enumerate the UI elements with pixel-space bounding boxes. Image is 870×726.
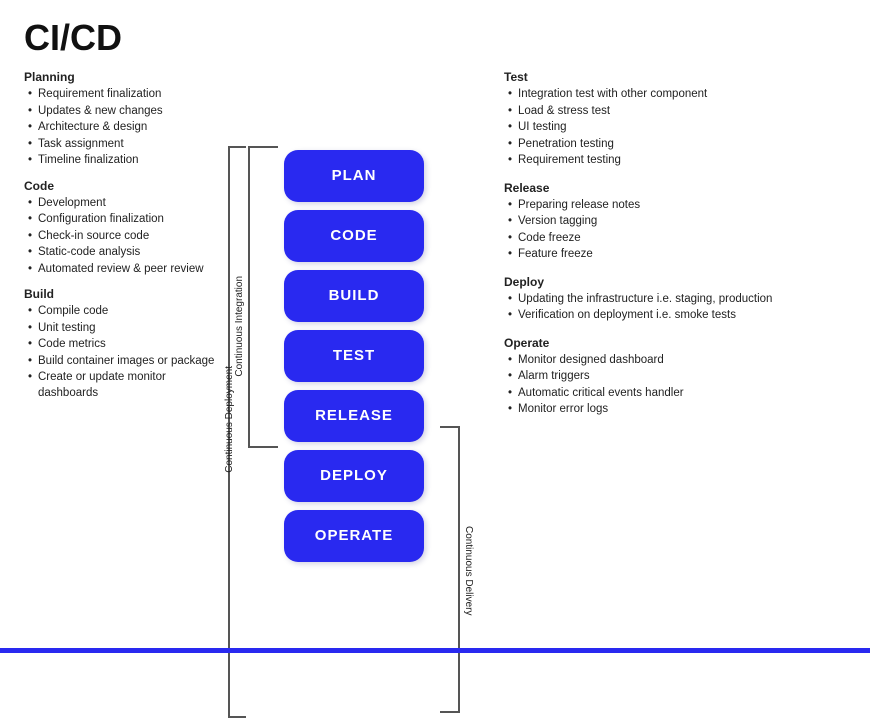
list-item: Configuration finalization xyxy=(28,212,224,228)
deploy-title: Deploy xyxy=(504,275,846,289)
list-item: Preparing release notes xyxy=(508,198,846,214)
list-item: Code freeze xyxy=(508,231,846,247)
list-item: Compile code xyxy=(28,304,224,320)
bottom-border xyxy=(0,648,870,653)
list-item: Updating the infrastructure i.e. staging… xyxy=(508,292,846,308)
list-item: Alarm triggers xyxy=(508,369,846,385)
planning-section: Planning Requirement finalization Update… xyxy=(24,70,224,169)
continuous-integration-bracket: Continuous Integration xyxy=(234,146,264,456)
code-section: Code Development Configuration finalizat… xyxy=(24,179,224,278)
list-item: Updates & new changes xyxy=(28,104,224,120)
list-item: Requirement finalization xyxy=(28,87,224,103)
test-section: Test Integration test with other compone… xyxy=(504,70,846,169)
list-item: UI testing xyxy=(508,120,846,136)
release-title: Release xyxy=(504,181,846,195)
list-item: Timeline finalization xyxy=(28,153,224,169)
planning-list: Requirement finalization Updates & new c… xyxy=(24,87,224,169)
list-item: Code metrics xyxy=(28,337,224,353)
stage-deploy: DEPLOY xyxy=(284,450,424,502)
deploy-list: Updating the infrastructure i.e. staging… xyxy=(504,292,846,324)
continuous-delivery-bracket: Continuous Delivery xyxy=(444,426,474,721)
list-item: Automated review & peer review xyxy=(28,262,224,278)
planning-title: Planning xyxy=(24,70,224,84)
page-title: CI/CD xyxy=(24,20,846,56)
stage-operate: OPERATE xyxy=(284,510,424,562)
list-item: Version tagging xyxy=(508,214,846,230)
list-item: Integration test with other component xyxy=(508,87,846,103)
operate-section: Operate Monitor designed dashboard Alarm… xyxy=(504,336,846,418)
list-item: Load & stress test xyxy=(508,104,846,120)
test-list: Integration test with other component Lo… xyxy=(504,87,846,169)
list-item: Task assignment xyxy=(28,137,224,153)
center-column: Continuous Deployment Continuous Integra… xyxy=(224,70,484,637)
list-item: Automatic critical events handler xyxy=(508,386,846,402)
build-list: Compile code Unit testing Code metrics B… xyxy=(24,304,224,401)
list-item: Verification on deployment i.e. smoke te… xyxy=(508,308,846,324)
operate-title: Operate xyxy=(504,336,846,350)
list-item: Architecture & design xyxy=(28,120,224,136)
stage-code: CODE xyxy=(284,210,424,262)
release-section: Release Preparing release notes Version … xyxy=(504,181,846,263)
list-item: Monitor designed dashboard xyxy=(508,353,846,369)
list-item: Static-code analysis xyxy=(28,245,224,261)
list-item: Unit testing xyxy=(28,321,224,337)
list-item: Check-in source code xyxy=(28,229,224,245)
list-item: Monitor error logs xyxy=(508,402,846,418)
build-title: Build xyxy=(24,287,224,301)
stage-plan: PLAN xyxy=(284,150,424,202)
stage-build: BUILD xyxy=(284,270,424,322)
list-item: Build container images or package xyxy=(28,354,224,370)
list-item: Feature freeze xyxy=(508,247,846,263)
stage-test: TEST xyxy=(284,330,424,382)
release-list: Preparing release notes Version tagging … xyxy=(504,198,846,263)
test-title: Test xyxy=(504,70,846,84)
cicd-diagram: Continuous Deployment Continuous Integra… xyxy=(224,146,484,562)
build-section: Build Compile code Unit testing Code met… xyxy=(24,287,224,401)
page: CI/CD Planning Requirement finalization … xyxy=(0,0,870,653)
right-column: Test Integration test with other compone… xyxy=(484,70,846,637)
main-content: Planning Requirement finalization Update… xyxy=(24,70,846,637)
stages-list: PLAN CODE BUILD TEST RELEASE DEPLOY OPER… xyxy=(284,150,424,562)
code-list: Development Configuration finalization C… xyxy=(24,196,224,278)
code-title: Code xyxy=(24,179,224,193)
continuous-delivery-label: Continuous Delivery xyxy=(463,526,474,616)
left-column: Planning Requirement finalization Update… xyxy=(24,70,224,637)
list-item: Create or update monitor dashboards xyxy=(28,370,224,401)
deploy-section: Deploy Updating the infrastructure i.e. … xyxy=(504,275,846,324)
continuous-integration-label: Continuous Integration xyxy=(234,276,245,377)
list-item: Penetration testing xyxy=(508,137,846,153)
list-item: Requirement testing xyxy=(508,153,846,169)
list-item: Development xyxy=(28,196,224,212)
stage-release: RELEASE xyxy=(284,390,424,442)
operate-list: Monitor designed dashboard Alarm trigger… xyxy=(504,353,846,418)
